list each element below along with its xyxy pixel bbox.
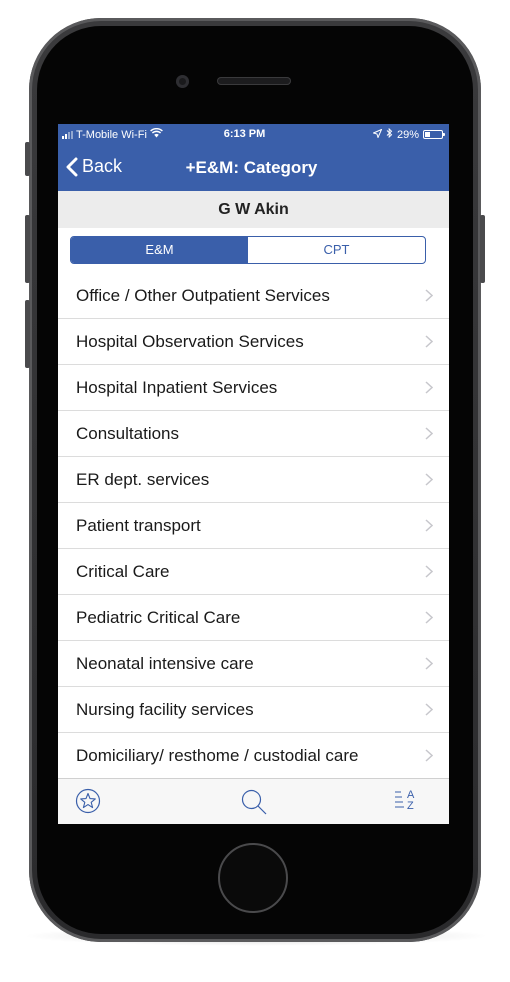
battery-icon xyxy=(423,130,445,139)
list-item-label: Neonatal intensive care xyxy=(76,654,254,673)
list-item-label: Patient transport xyxy=(76,516,201,535)
home-button[interactable] xyxy=(218,843,288,913)
app-screen: T-Mobile Wi-Fi 6:13 PM 29% Back +E&M: Ca… xyxy=(58,124,449,824)
volume-down-button xyxy=(25,300,30,368)
page-title-wrap: +E&M: Category xyxy=(58,158,449,178)
chevron-right-icon xyxy=(425,611,434,629)
mute-switch xyxy=(25,142,30,176)
list-item[interactable]: Critical Care xyxy=(58,549,449,595)
list-item-label: Office / Other Outpatient Services xyxy=(76,286,330,305)
chevron-right-icon xyxy=(425,381,434,399)
power-button xyxy=(480,215,485,283)
chevron-right-icon xyxy=(425,657,434,675)
chevron-right-icon xyxy=(425,703,434,721)
list-item[interactable]: Hospital Observation Services xyxy=(58,319,449,365)
bluetooth-icon xyxy=(386,127,393,141)
list-item[interactable]: Office / Other Outpatient Services xyxy=(58,273,449,319)
list-item[interactable]: Pediatric Critical Care xyxy=(58,595,449,641)
sort-letter-z: Z xyxy=(407,800,414,812)
status-bar: T-Mobile Wi-Fi 6:13 PM 29% xyxy=(58,124,449,144)
list-item-label: Critical Care xyxy=(76,562,170,581)
list-item-label: Pediatric Critical Care xyxy=(76,608,241,627)
list-item[interactable]: Neonatal intensive care xyxy=(58,641,449,687)
bottom-toolbar: A Z xyxy=(58,778,449,824)
list-item-label: Nursing facility services xyxy=(76,700,254,719)
battery-percent: 29% xyxy=(396,128,419,141)
list-item[interactable]: ER dept. services xyxy=(58,457,449,503)
list-item-label: ER dept. services xyxy=(76,470,210,489)
list-item[interactable]: Domiciliary/ resthome / custodial care xyxy=(58,733,449,779)
chevron-right-icon xyxy=(425,519,434,537)
list-item-label: Domiciliary/ resthome / custodial care xyxy=(76,746,359,765)
navigation-bar: T-Mobile Wi-Fi 6:13 PM 29% Back +E&M: Ca… xyxy=(58,124,449,191)
category-list: Office / Other Outpatient Services Hospi… xyxy=(58,273,449,779)
search-icon[interactable] xyxy=(240,788,268,821)
list-item[interactable]: Patient transport xyxy=(58,503,449,549)
chevron-right-icon xyxy=(425,289,434,307)
star-icon[interactable] xyxy=(75,788,101,819)
patient-name-header: G W Akin xyxy=(58,191,449,228)
status-time: 6:13 PM xyxy=(223,128,266,140)
segmented-control: E&M CPT xyxy=(70,236,426,264)
volume-up-button xyxy=(25,215,30,283)
status-right: 29% xyxy=(371,127,445,141)
sort-az-icon[interactable]: A Z xyxy=(393,787,419,820)
front-camera xyxy=(176,75,189,88)
chevron-right-icon xyxy=(425,427,434,445)
list-item[interactable]: Consultations xyxy=(58,411,449,457)
chevron-right-icon xyxy=(425,749,434,767)
list-item-label: Hospital Observation Services xyxy=(76,332,304,351)
nav-row: Back +E&M: Category xyxy=(58,152,449,184)
list-item-label: Hospital Inpatient Services xyxy=(76,378,278,397)
page-title: +E&M: Category xyxy=(185,158,318,177)
earpiece-speaker xyxy=(217,77,291,85)
location-arrow-icon xyxy=(371,128,383,141)
chevron-right-icon xyxy=(425,335,434,353)
list-item[interactable]: Nursing facility services xyxy=(58,687,449,733)
chevron-right-icon xyxy=(425,473,434,491)
list-item-label: Consultations xyxy=(76,424,180,443)
list-item[interactable]: Hospital Inpatient Services xyxy=(58,365,449,411)
segment-cpt[interactable]: CPT xyxy=(248,237,425,263)
chevron-right-icon xyxy=(425,565,434,583)
segment-e-and-m[interactable]: E&M xyxy=(71,237,248,263)
